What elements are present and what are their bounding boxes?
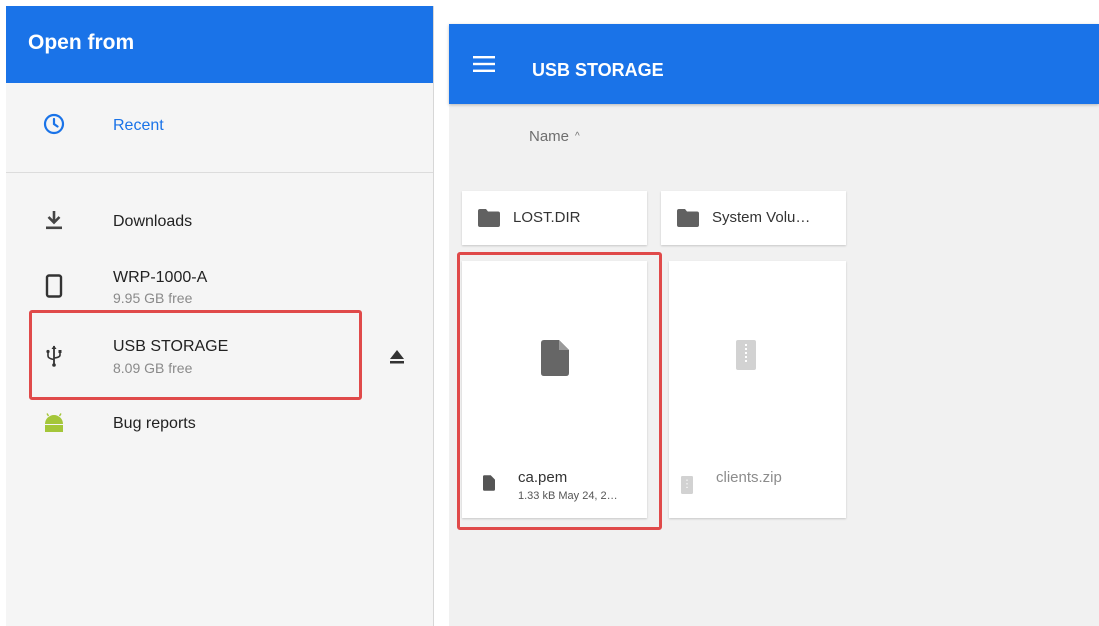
folder-icon	[478, 209, 500, 227]
highlight-ca-pem	[457, 252, 662, 530]
drawer-item-label: WRP-1000-A	[113, 269, 208, 286]
drawer-item-free-space: 9.95 GB free	[113, 290, 193, 306]
zip-icon	[736, 340, 756, 370]
highlight-usb-storage	[29, 310, 362, 400]
sort-label: Name	[529, 128, 570, 145]
folder-name: System Volu…	[712, 209, 811, 226]
folder-card-lost-dir[interactable]: LOST.DIR	[462, 191, 647, 245]
toolbar: USB STORAGE	[449, 24, 1099, 104]
folder-card-system-volume[interactable]: System Volu…	[661, 191, 846, 245]
folder-name: LOST.DIR	[513, 209, 581, 226]
drawer-item-bug-reports[interactable]: Bug reports	[6, 404, 433, 444]
file-card-clients-zip[interactable]: clients.zip	[669, 261, 846, 518]
sort-arrow-icon: ^	[575, 131, 580, 142]
drawer-item-wrp-1000-a[interactable]: WRP-1000-A 9.95 GB free	[6, 262, 433, 312]
drawer-title: Open from	[28, 31, 135, 54]
drawer-header: Open from	[6, 6, 433, 83]
toolbar-title: USB STORAGE	[532, 60, 664, 80]
file-name: clients.zip	[716, 469, 782, 486]
sort-by-name-button[interactable]: Name ^	[529, 128, 580, 145]
drawer-item-label: Downloads	[113, 213, 193, 230]
folder-icon	[677, 209, 699, 227]
phone-icon	[45, 274, 63, 298]
clock-icon	[43, 113, 65, 135]
menu-icon[interactable]	[473, 56, 495, 72]
zip-icon	[681, 476, 693, 494]
drawer-item-label: Recent	[113, 117, 164, 134]
drawer-item-downloads[interactable]: Downloads	[6, 202, 433, 242]
android-icon	[45, 413, 63, 432]
drawer-item-recent[interactable]: Recent	[6, 106, 433, 146]
eject-icon[interactable]	[388, 348, 406, 366]
divider	[6, 172, 433, 173]
drawer-item-label: Bug reports	[113, 415, 196, 432]
download-icon	[46, 211, 62, 230]
